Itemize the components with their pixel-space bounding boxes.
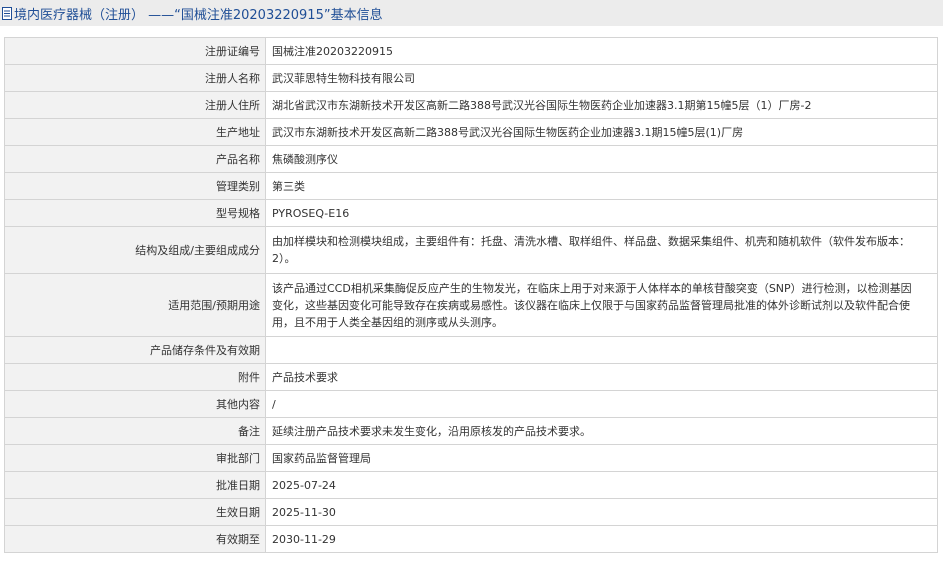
row-value: 2025-07-24	[265, 471, 938, 499]
table-row-registration-number: 注册证编号 国械注准20203220915	[4, 37, 938, 65]
table-row-other-content: 其他内容 /	[4, 390, 938, 418]
table-row-remarks: 备注 延续注册产品技术要求未发生变化，沿用原核发的产品技术要求。	[4, 417, 938, 445]
row-label: 产品储存条件及有效期	[4, 336, 266, 364]
row-label: 结构及组成/主要组成成分	[4, 226, 266, 274]
table-row-attachment: 附件 产品技术要求	[4, 363, 938, 391]
row-value: 武汉市东湖新技术开发区高新二路388号武汉光谷国际生物医药企业加速器3.1期15…	[265, 118, 938, 146]
table-row-registrant-address: 注册人住所 湖北省武汉市东湖新技术开发区高新二路388号武汉光谷国际生物医药企业…	[4, 91, 938, 119]
table-row-registrant-name: 注册人名称 武汉菲思特生物科技有限公司	[4, 64, 938, 92]
row-label: 型号规格	[4, 199, 266, 227]
row-value: 湖北省武汉市东湖新技术开发区高新二路388号武汉光谷国际生物医药企业加速器3.1…	[265, 91, 938, 119]
row-value: 2030-11-29	[265, 525, 938, 553]
row-value: 延续注册产品技术要求未发生变化，沿用原核发的产品技术要求。	[265, 417, 938, 445]
document-icon	[2, 6, 12, 20]
table-row-effective-date: 生效日期 2025-11-30	[4, 498, 938, 526]
page: 境内医疗器械（注册） ——“国械注准20203220915”基本信息 注册证编号…	[0, 0, 943, 563]
row-label: 备注	[4, 417, 266, 445]
row-value	[265, 336, 938, 364]
table-row-management-class: 管理类别 第三类	[4, 172, 938, 200]
row-label: 附件	[4, 363, 266, 391]
row-value: 产品技术要求	[265, 363, 938, 391]
row-value: 该产品通过CCD相机采集酶促反应产生的生物发光，在临床上用于对来源于人体样本的单…	[265, 273, 938, 337]
table-row-intended-use: 适用范围/预期用途 该产品通过CCD相机采集酶促反应产生的生物发光，在临床上用于…	[4, 273, 938, 337]
row-value: 国械注准20203220915	[265, 37, 938, 65]
table-row-structure-composition: 结构及组成/主要组成成分 由加样模块和检测模块组成，主要组件有：托盘、清洗水槽、…	[4, 226, 938, 274]
row-value: 由加样模块和检测模块组成，主要组件有：托盘、清洗水槽、取样组件、样品盘、数据采集…	[265, 226, 938, 274]
row-value: 2025-11-30	[265, 498, 938, 526]
row-value: 武汉菲思特生物科技有限公司	[265, 64, 938, 92]
table-row-model-spec: 型号规格 PYROSEQ-E16	[4, 199, 938, 227]
row-label: 生产地址	[4, 118, 266, 146]
row-label: 其他内容	[4, 390, 266, 418]
row-label: 产品名称	[4, 145, 266, 173]
page-header: 境内医疗器械（注册） ——“国械注准20203220915”基本信息	[0, 0, 943, 26]
table-row-production-address: 生产地址 武汉市东湖新技术开发区高新二路388号武汉光谷国际生物医药企业加速器3…	[4, 118, 938, 146]
row-label: 管理类别	[4, 172, 266, 200]
page-title: 境内医疗器械（注册） ——“国械注准20203220915”基本信息	[14, 7, 383, 23]
row-value: 国家药品监督管理局	[265, 444, 938, 472]
row-label: 生效日期	[4, 498, 266, 526]
row-label: 有效期至	[4, 525, 266, 553]
row-label: 注册人名称	[4, 64, 266, 92]
row-value: /	[265, 390, 938, 418]
table-row-valid-until: 有效期至 2030-11-29	[4, 525, 938, 553]
row-label: 注册人住所	[4, 91, 266, 119]
table-row-storage-validity: 产品储存条件及有效期	[4, 336, 938, 364]
row-label: 审批部门	[4, 444, 266, 472]
table-row-product-name: 产品名称 焦磷酸测序仪	[4, 145, 938, 173]
table-row-approval-date: 批准日期 2025-07-24	[4, 471, 938, 499]
row-label: 适用范围/预期用途	[4, 273, 266, 337]
table-row-approval-department: 审批部门 国家药品监督管理局	[4, 444, 938, 472]
row-value: 第三类	[265, 172, 938, 200]
info-table: 注册证编号 国械注准20203220915 注册人名称 武汉菲思特生物科技有限公…	[4, 37, 938, 553]
row-value: 焦磷酸测序仪	[265, 145, 938, 173]
row-label: 批准日期	[4, 471, 266, 499]
row-label: 注册证编号	[4, 37, 266, 65]
info-table-container: 注册证编号 国械注准20203220915 注册人名称 武汉菲思特生物科技有限公…	[4, 37, 938, 553]
row-value: PYROSEQ-E16	[265, 199, 938, 227]
